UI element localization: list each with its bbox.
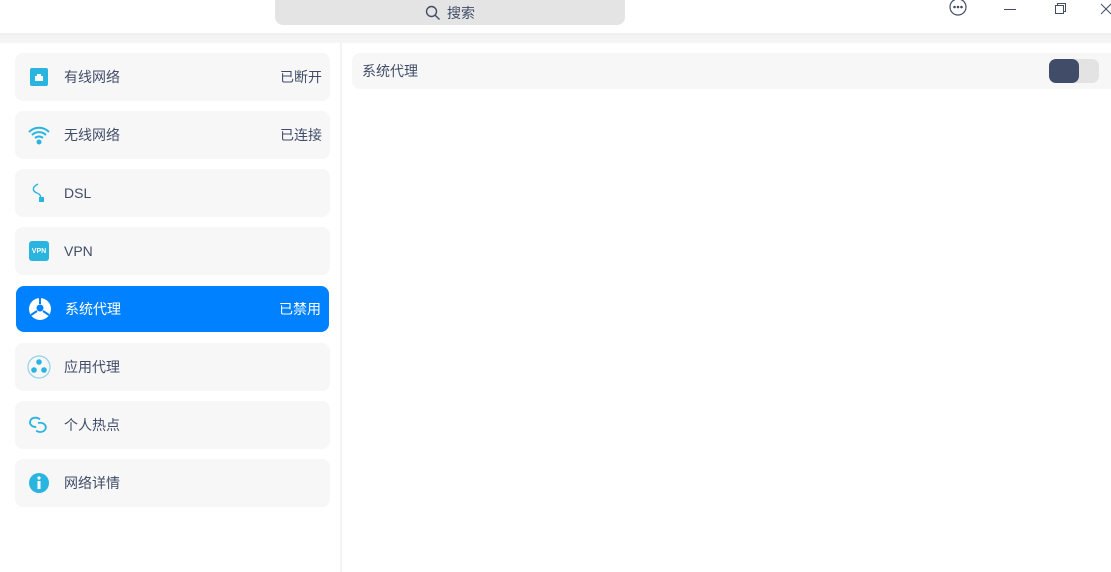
title-bar: 搜索 <box>0 0 1111 33</box>
sidebar-item-label: 系统代理 <box>65 301 121 317</box>
system-proxy-label: 系统代理 <box>362 63 418 79</box>
toggle-knob <box>1049 59 1079 83</box>
sidebar-item-label: VPN <box>64 243 93 259</box>
sidebar-item-label: DSL <box>64 185 92 201</box>
status-text: 已连接 <box>280 127 322 143</box>
sidebar-item-label: 网络详情 <box>64 475 120 491</box>
system-proxy-icon <box>28 297 52 321</box>
dsl-icon <box>27 181 51 205</box>
vpn-icon-text: VPN <box>29 241 49 261</box>
minimize-icon <box>1004 9 1016 10</box>
sidebar-item-label: 应用代理 <box>64 359 120 375</box>
status-text: 已断开 <box>280 69 322 85</box>
minimize-button[interactable] <box>1000 0 1020 18</box>
sidebar-item-label: 有线网络 <box>64 69 120 85</box>
restore-button[interactable] <box>1050 0 1070 18</box>
sidebar-item-hotspot[interactable]: 个人热点 <box>15 401 330 449</box>
sidebar-item-dsl[interactable]: DSL <box>15 169 330 217</box>
sidebar-item-wireless[interactable]: 无线网络 已连接 <box>15 111 330 159</box>
more-icon <box>949 0 967 16</box>
search-box[interactable]: 搜索 <box>275 0 625 25</box>
wifi-icon <box>27 123 51 147</box>
wired-network-icon <box>27 65 51 89</box>
system-proxy-row: 系统代理 <box>352 53 1111 89</box>
sidebar-item-app-proxy[interactable]: 应用代理 <box>15 343 330 391</box>
sidebar-item-system-proxy[interactable]: 系统代理 已禁用 <box>16 286 329 332</box>
sidebar-item-network-details[interactable]: 网络详情 <box>15 459 330 507</box>
restore-icon <box>1055 3 1066 14</box>
main-panel: 系统代理 <box>342 43 1111 572</box>
search-icon <box>425 5 440 20</box>
search-label: 搜索 <box>447 4 475 21</box>
sidebar-item-wired[interactable]: 有线网络 已断开 <box>15 53 330 101</box>
sidebar-item-label: 无线网络 <box>64 127 120 143</box>
header-separator <box>0 33 1111 43</box>
vpn-icon: VPN <box>27 239 51 263</box>
sidebar-item-vpn[interactable]: VPN VPN <box>15 227 330 275</box>
status-text: 已禁用 <box>279 301 321 317</box>
close-button[interactable] <box>1098 0 1111 18</box>
info-icon <box>27 471 51 495</box>
hotspot-icon <box>27 413 51 437</box>
app-proxy-icon <box>27 355 51 379</box>
system-proxy-toggle[interactable] <box>1049 59 1099 83</box>
sidebar-item-label: 个人热点 <box>64 417 120 433</box>
menu-button[interactable] <box>947 0 969 18</box>
close-icon <box>1100 3 1111 15</box>
